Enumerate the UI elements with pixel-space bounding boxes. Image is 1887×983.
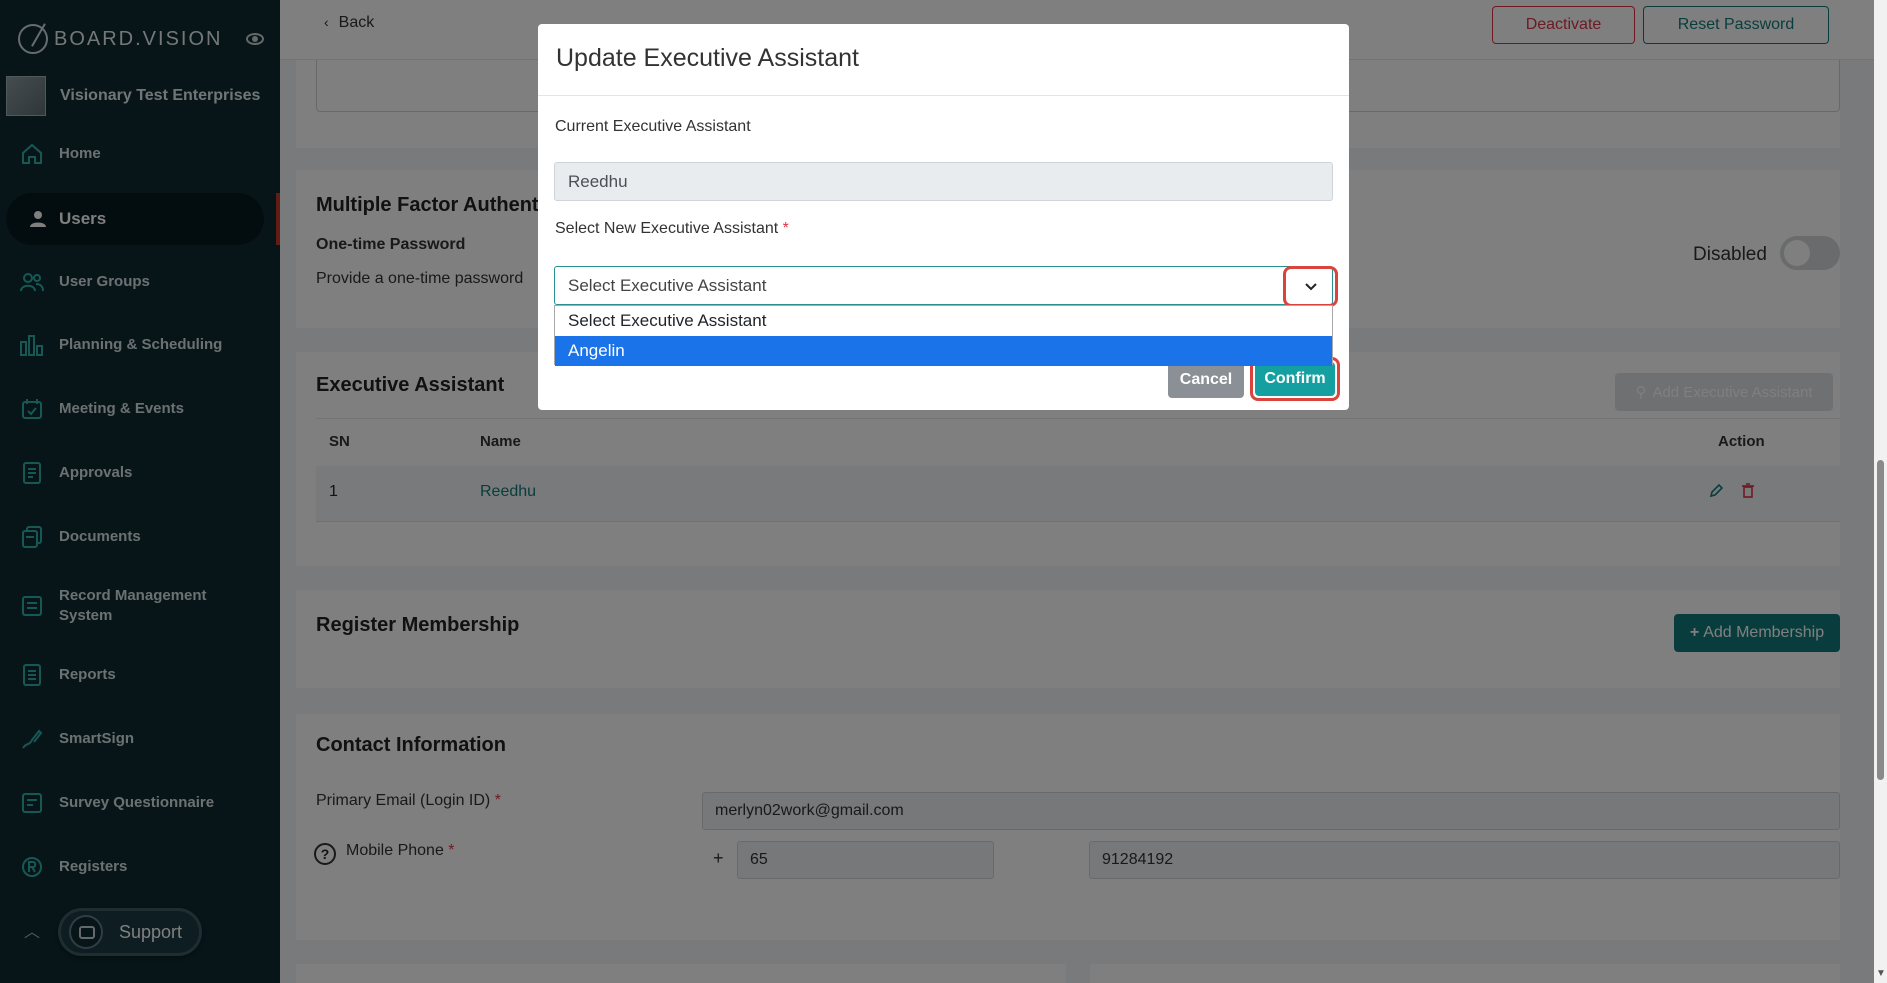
option-placeholder[interactable]: Select Executive Assistant bbox=[555, 306, 1332, 336]
update-ea-modal: Update Executive Assistant Current Execu… bbox=[538, 24, 1349, 410]
chevron-down-icon[interactable] bbox=[1283, 266, 1338, 307]
option-angelin[interactable]: Angelin bbox=[555, 336, 1332, 366]
cancel-button[interactable]: Cancel bbox=[1168, 362, 1244, 398]
current-ea-field: Reedhu bbox=[554, 162, 1333, 201]
ea-options-list: Select Executive Assistant Angelin bbox=[554, 305, 1333, 366]
modal-divider bbox=[538, 95, 1349, 96]
confirm-button[interactable]: Confirm bbox=[1255, 362, 1335, 396]
select-ea-dropdown[interactable]: Select Executive Assistant bbox=[554, 266, 1333, 305]
required-mark: * bbox=[782, 220, 789, 237]
select-ea-label: Select New Executive Assistant * bbox=[555, 220, 789, 238]
scrollbar-thumb[interactable] bbox=[1877, 460, 1884, 780]
select-ea-label-text: Select New Executive Assistant bbox=[555, 220, 779, 237]
current-ea-label: Current Executive Assistant bbox=[555, 118, 751, 135]
scroll-down-icon[interactable]: ▼ bbox=[1876, 968, 1886, 979]
modal-title: Update Executive Assistant bbox=[556, 44, 859, 72]
